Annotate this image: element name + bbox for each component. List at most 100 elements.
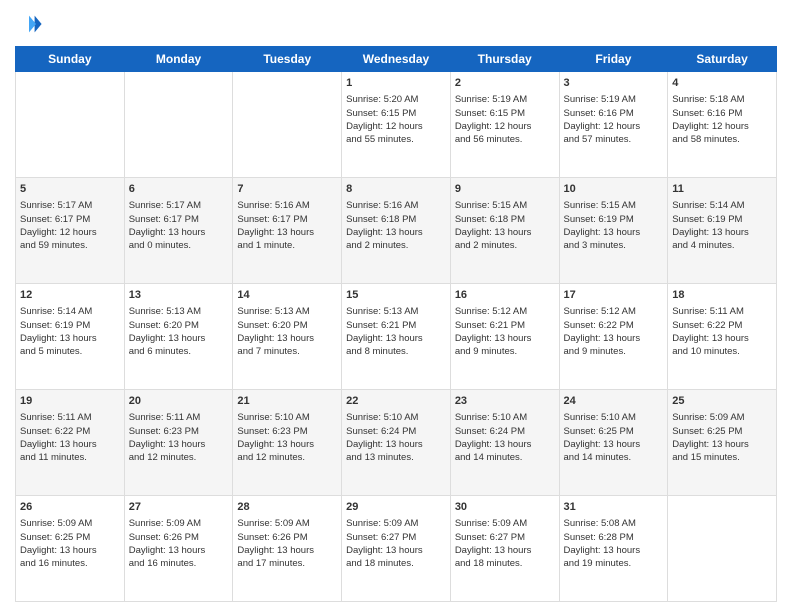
day-info: Sunset: 6:27 PM — [455, 531, 555, 544]
calendar-cell: 8Sunrise: 5:16 AMSunset: 6:18 PMDaylight… — [342, 178, 451, 284]
calendar-cell — [16, 72, 125, 178]
day-info: Sunrise: 5:17 AM — [129, 199, 229, 212]
day-number: 8 — [346, 182, 446, 197]
day-info: Sunset: 6:19 PM — [672, 213, 772, 226]
day-info: Daylight: 13 hours — [129, 226, 229, 239]
calendar-cell: 12Sunrise: 5:14 AMSunset: 6:19 PMDayligh… — [16, 284, 125, 390]
day-info: and 3 minutes. — [564, 239, 664, 252]
day-info: Sunset: 6:28 PM — [564, 531, 664, 544]
calendar-cell: 22Sunrise: 5:10 AMSunset: 6:24 PMDayligh… — [342, 390, 451, 496]
day-number: 2 — [455, 76, 555, 91]
day-number: 23 — [455, 394, 555, 409]
day-info: Daylight: 13 hours — [237, 438, 337, 451]
day-info: Sunrise: 5:12 AM — [455, 305, 555, 318]
day-info: Sunset: 6:19 PM — [564, 213, 664, 226]
day-info: Sunrise: 5:16 AM — [346, 199, 446, 212]
day-info: Sunrise: 5:12 AM — [564, 305, 664, 318]
day-info: Daylight: 12 hours — [455, 120, 555, 133]
day-info: Daylight: 13 hours — [455, 544, 555, 557]
day-info: and 57 minutes. — [564, 133, 664, 146]
calendar-cell: 15Sunrise: 5:13 AMSunset: 6:21 PMDayligh… — [342, 284, 451, 390]
day-info: Daylight: 13 hours — [455, 332, 555, 345]
day-number: 21 — [237, 394, 337, 409]
calendar-cell — [233, 72, 342, 178]
day-info: and 12 minutes. — [129, 451, 229, 464]
logo-icon — [15, 10, 43, 38]
day-info: Sunrise: 5:10 AM — [455, 411, 555, 424]
day-info: Sunrise: 5:19 AM — [455, 93, 555, 106]
day-info: Daylight: 13 hours — [237, 226, 337, 239]
day-info: Sunrise: 5:10 AM — [346, 411, 446, 424]
day-info: Sunrise: 5:13 AM — [346, 305, 446, 318]
day-info: and 13 minutes. — [346, 451, 446, 464]
calendar-cell: 13Sunrise: 5:13 AMSunset: 6:20 PMDayligh… — [124, 284, 233, 390]
weekday-header-wednesday: Wednesday — [342, 47, 451, 72]
day-info: and 2 minutes. — [346, 239, 446, 252]
day-info: Daylight: 13 hours — [129, 332, 229, 345]
calendar-cell: 25Sunrise: 5:09 AMSunset: 6:25 PMDayligh… — [668, 390, 777, 496]
day-info: Sunrise: 5:10 AM — [564, 411, 664, 424]
day-info: Sunrise: 5:11 AM — [129, 411, 229, 424]
day-info: Sunset: 6:18 PM — [455, 213, 555, 226]
day-info: Sunrise: 5:09 AM — [672, 411, 772, 424]
day-info: Daylight: 12 hours — [20, 226, 120, 239]
day-info: and 17 minutes. — [237, 557, 337, 570]
day-number: 11 — [672, 182, 772, 197]
day-info: Sunrise: 5:09 AM — [237, 517, 337, 530]
day-number: 24 — [564, 394, 664, 409]
day-number: 17 — [564, 288, 664, 303]
day-info: Daylight: 13 hours — [672, 438, 772, 451]
day-info: Sunset: 6:15 PM — [455, 107, 555, 120]
day-info: Sunset: 6:20 PM — [237, 319, 337, 332]
day-info: Daylight: 13 hours — [455, 226, 555, 239]
day-info: Sunrise: 5:10 AM — [237, 411, 337, 424]
day-number: 5 — [20, 182, 120, 197]
day-info: and 11 minutes. — [20, 451, 120, 464]
day-number: 12 — [20, 288, 120, 303]
day-info: Daylight: 13 hours — [237, 544, 337, 557]
day-info: and 59 minutes. — [20, 239, 120, 252]
day-info: and 56 minutes. — [455, 133, 555, 146]
day-info: Sunrise: 5:15 AM — [455, 199, 555, 212]
day-info: and 16 minutes. — [20, 557, 120, 570]
day-info: Sunset: 6:23 PM — [129, 425, 229, 438]
day-info: Sunset: 6:22 PM — [564, 319, 664, 332]
day-number: 15 — [346, 288, 446, 303]
calendar-cell: 19Sunrise: 5:11 AMSunset: 6:22 PMDayligh… — [16, 390, 125, 496]
day-number: 10 — [564, 182, 664, 197]
weekday-header-row: SundayMondayTuesdayWednesdayThursdayFrid… — [16, 47, 777, 72]
day-number: 14 — [237, 288, 337, 303]
calendar-cell: 21Sunrise: 5:10 AMSunset: 6:23 PMDayligh… — [233, 390, 342, 496]
day-info: Sunrise: 5:09 AM — [346, 517, 446, 530]
calendar-cell: 26Sunrise: 5:09 AMSunset: 6:25 PMDayligh… — [16, 496, 125, 602]
day-number: 4 — [672, 76, 772, 91]
day-info: Daylight: 12 hours — [346, 120, 446, 133]
calendar-cell: 28Sunrise: 5:09 AMSunset: 6:26 PMDayligh… — [233, 496, 342, 602]
day-info: Daylight: 12 hours — [672, 120, 772, 133]
calendar-cell: 6Sunrise: 5:17 AMSunset: 6:17 PMDaylight… — [124, 178, 233, 284]
day-info: Daylight: 13 hours — [129, 544, 229, 557]
day-info: and 2 minutes. — [455, 239, 555, 252]
day-number: 9 — [455, 182, 555, 197]
day-info: Daylight: 13 hours — [564, 332, 664, 345]
day-info: Daylight: 13 hours — [129, 438, 229, 451]
day-number: 30 — [455, 500, 555, 515]
calendar-cell: 20Sunrise: 5:11 AMSunset: 6:23 PMDayligh… — [124, 390, 233, 496]
day-info: Sunrise: 5:11 AM — [20, 411, 120, 424]
calendar-cell: 31Sunrise: 5:08 AMSunset: 6:28 PMDayligh… — [559, 496, 668, 602]
day-info: Sunrise: 5:13 AM — [129, 305, 229, 318]
day-info: Sunrise: 5:14 AM — [20, 305, 120, 318]
day-number: 29 — [346, 500, 446, 515]
calendar-cell: 30Sunrise: 5:09 AMSunset: 6:27 PMDayligh… — [450, 496, 559, 602]
week-row-4: 19Sunrise: 5:11 AMSunset: 6:22 PMDayligh… — [16, 390, 777, 496]
day-info: Daylight: 13 hours — [564, 544, 664, 557]
day-info: and 14 minutes. — [564, 451, 664, 464]
day-number: 22 — [346, 394, 446, 409]
day-info: Daylight: 13 hours — [564, 438, 664, 451]
day-info: Sunset: 6:26 PM — [237, 531, 337, 544]
calendar-cell: 5Sunrise: 5:17 AMSunset: 6:17 PMDaylight… — [16, 178, 125, 284]
calendar-cell: 10Sunrise: 5:15 AMSunset: 6:19 PMDayligh… — [559, 178, 668, 284]
header — [15, 10, 777, 38]
calendar-cell: 7Sunrise: 5:16 AMSunset: 6:17 PMDaylight… — [233, 178, 342, 284]
weekday-header-monday: Monday — [124, 47, 233, 72]
